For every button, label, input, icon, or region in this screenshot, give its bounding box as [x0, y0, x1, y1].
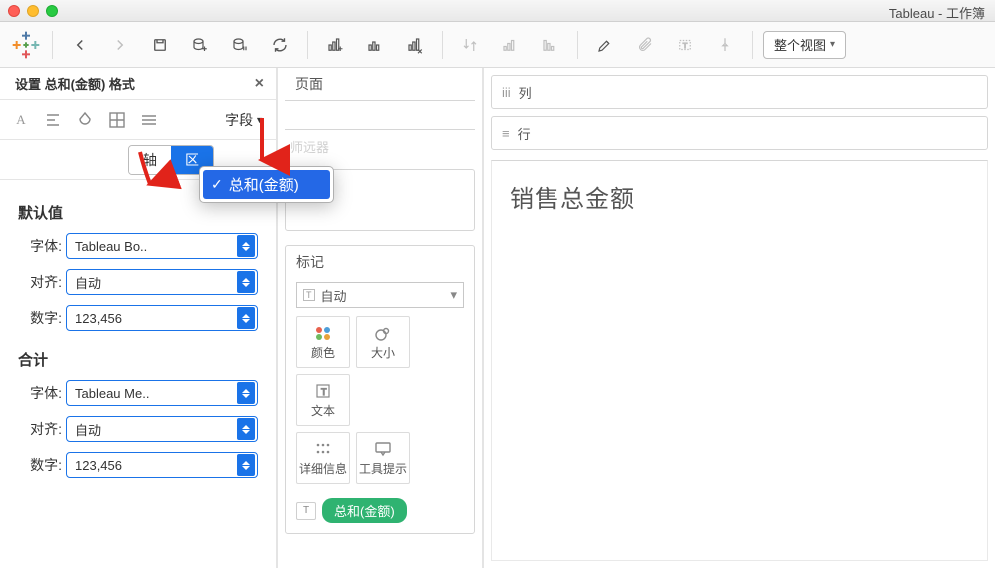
pause-data-button[interactable]	[223, 30, 257, 60]
default-number-value: 123,456	[75, 311, 122, 326]
text-button-label: 文本	[311, 402, 335, 419]
viz-canvas[interactable]: 销售总金额	[491, 160, 988, 561]
window-title: Tableau - 工作簿	[889, 3, 985, 22]
new-worksheet-button[interactable]	[318, 30, 352, 60]
default-align-value: 自动	[75, 273, 101, 292]
maximize-window-button[interactable]	[46, 5, 58, 17]
refresh-button[interactable]	[263, 30, 297, 60]
defaults-section-label: 默认值	[18, 202, 258, 223]
font-label: 字体:	[18, 236, 62, 256]
stepper-icon	[237, 235, 255, 257]
number-label: 数字:	[18, 308, 62, 328]
clear-button[interactable]	[398, 30, 432, 60]
pages-shelf-label: 页面	[285, 68, 475, 101]
format-panel-title: 设置 总和(金额) 格式	[15, 74, 135, 93]
total-number-value: 123,456	[75, 458, 122, 473]
color-button-label: 颜色	[311, 344, 335, 361]
field-menu-item-label: 总和(金额)	[229, 174, 299, 195]
total-section-label: 合计	[18, 349, 258, 370]
check-icon: ✓	[211, 176, 223, 193]
back-button[interactable]	[63, 30, 97, 60]
total-font-value: Tableau Me..	[75, 386, 149, 401]
svg-text:T: T	[321, 387, 327, 397]
swap-button[interactable]	[453, 30, 487, 60]
columns-icon: iii	[502, 85, 511, 100]
cards-column: 页面 师远器 标记 T自动 ▾ 颜色 大小	[278, 68, 484, 568]
sum-amount-pill[interactable]: 总和(金额)	[322, 498, 407, 523]
viz-title: 销售总金额	[510, 179, 969, 214]
fit-dropdown-label: 整个视图	[774, 35, 826, 54]
font-format-icon[interactable]: A	[12, 111, 30, 129]
size-button-label: 大小	[371, 344, 395, 361]
window-controls	[8, 5, 58, 17]
annotation-arrow-2	[134, 150, 162, 197]
close-window-button[interactable]	[8, 5, 20, 17]
forward-button[interactable]	[103, 30, 137, 60]
size-button[interactable]: 大小	[356, 316, 410, 368]
total-align-value: 自动	[75, 420, 101, 439]
tooltip-button-label: 工具提示	[359, 460, 407, 477]
field-dropdown-label: 字段	[225, 110, 253, 130]
attach-button[interactable]	[628, 30, 662, 60]
shading-format-icon[interactable]	[76, 111, 94, 129]
svg-text:T: T	[683, 41, 688, 50]
align-label: 对齐:	[18, 272, 62, 292]
total-number-select[interactable]: 123,456	[66, 452, 258, 478]
borders-format-icon[interactable]	[108, 111, 126, 129]
tooltip-button[interactable]: 工具提示	[356, 432, 410, 484]
columns-label: 列	[519, 83, 532, 102]
color-button[interactable]: 颜色	[296, 316, 350, 368]
default-font-select[interactable]: Tableau Bo..	[66, 233, 258, 259]
format-panel: 设置 总和(金额) 格式 × A 字段 ▼ 轴 区 默认值 字体:	[0, 68, 278, 568]
stepper-icon	[237, 382, 255, 404]
rows-shelf[interactable]: ≡ 行	[491, 116, 988, 150]
worksheet-area: iii 列 ≡ 行 销售总金额	[484, 68, 995, 568]
pin-button[interactable]	[708, 30, 742, 60]
marks-card: 标记 T自动 ▾ 颜色 大小 T 文本	[285, 245, 475, 534]
columns-shelf[interactable]: iii 列	[491, 75, 988, 109]
mark-type-select[interactable]: T自动 ▾	[296, 282, 464, 308]
label-button[interactable]: T	[668, 30, 702, 60]
close-button[interactable]: ×	[251, 73, 268, 95]
font-label: 字体:	[18, 383, 62, 403]
duplicate-button[interactable]	[358, 30, 392, 60]
annotation-arrow-1	[252, 116, 272, 173]
text-mark-icon: T	[296, 502, 316, 520]
rows-icon: ≡	[502, 126, 510, 141]
main-toolbar: T 整个视图 ▾	[0, 22, 995, 68]
default-align-select[interactable]: 自动	[66, 269, 258, 295]
stepper-icon	[237, 307, 255, 329]
obscured-label: 师远器	[278, 137, 482, 155]
total-align-select[interactable]: 自动	[66, 416, 258, 442]
save-button[interactable]	[143, 30, 177, 60]
field-menu-item-sum-amount[interactable]: ✓ 总和(金额)	[203, 170, 330, 199]
stepper-icon	[237, 454, 255, 476]
alignment-format-icon[interactable]	[44, 111, 62, 129]
tableau-logo-icon[interactable]	[10, 29, 42, 61]
highlight-button[interactable]	[588, 30, 622, 60]
detail-button[interactable]: 详细信息	[296, 432, 350, 484]
default-number-select[interactable]: 123,456	[66, 305, 258, 331]
pages-shelf[interactable]: 页面	[285, 68, 475, 130]
sort-asc-button[interactable]	[493, 30, 527, 60]
detail-button-label: 详细信息	[299, 460, 347, 477]
text-button[interactable]: T 文本	[296, 374, 350, 426]
total-font-select[interactable]: Tableau Me..	[66, 380, 258, 406]
default-font-value: Tableau Bo..	[75, 239, 147, 254]
number-label: 数字:	[18, 455, 62, 475]
mark-type-value: 自动	[321, 286, 347, 305]
window-titlebar: Tableau - 工作簿	[0, 0, 995, 22]
rows-label: 行	[518, 124, 531, 143]
stepper-icon	[237, 418, 255, 440]
fit-dropdown[interactable]: 整个视图 ▾	[763, 31, 846, 59]
new-data-source-button[interactable]	[183, 30, 217, 60]
minimize-window-button[interactable]	[27, 5, 39, 17]
sort-desc-button[interactable]	[533, 30, 567, 60]
marks-label: 标记	[286, 246, 474, 278]
align-label: 对齐:	[18, 419, 62, 439]
stepper-icon	[237, 271, 255, 293]
lines-format-icon[interactable]	[140, 111, 158, 129]
